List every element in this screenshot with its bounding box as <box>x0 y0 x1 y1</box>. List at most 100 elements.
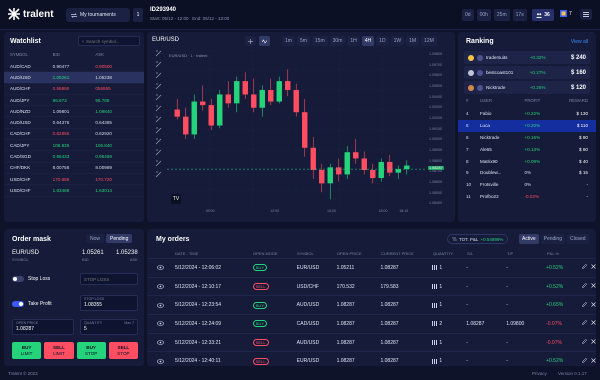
edit-icon[interactable] <box>582 339 588 346</box>
edit-icon[interactable] <box>582 301 588 309</box>
ranking-row[interactable]: 5 Luca +0.20% $ 110 <box>458 119 596 132</box>
my-tournaments-button[interactable]: My tournaments <box>66 8 130 22</box>
menu-button[interactable] <box>580 9 592 20</box>
participants-badge[interactable]: 36 <box>532 9 554 21</box>
podium-row[interactable]: bestcoast101 +0.27% $ 160 <box>464 66 590 79</box>
order-row[interactable]: 5/12/2024 - 12:10:17 SELL USD/CHF 170.532 17… <box>147 276 596 296</box>
watchlist-row[interactable]: AUD/USD 1.05261 1.05238 <box>4 72 144 84</box>
candlestick-chart[interactable] <box>167 50 425 210</box>
ranking-row[interactable]: 10 Frotsville 0% - <box>458 179 596 191</box>
close-icon[interactable] <box>591 283 596 290</box>
stop-loss-toggle[interactable]: Stop Loss <box>12 276 50 282</box>
watchlist-search[interactable] <box>78 36 140 46</box>
mode-now[interactable]: Now <box>86 234 105 243</box>
eye-icon[interactable] <box>147 302 175 308</box>
podium-row[interactable]: tradersuits +0.32% $ 240 <box>464 51 590 64</box>
ranking-row[interactable]: 7 Ale65 +0.13% $ 60 <box>458 143 596 155</box>
eye-icon[interactable] <box>147 265 175 271</box>
eye-icon[interactable] <box>147 284 175 289</box>
buy-limit-button[interactable]: BUY LIMIT <box>12 342 42 359</box>
footer-privacy-link[interactable]: Privacy <box>532 371 547 376</box>
horizontal-line-icon[interactable] <box>155 72 162 79</box>
filter-pending[interactable]: Pending <box>540 234 565 244</box>
trend-line-icon[interactable] <box>155 61 162 68</box>
order-tp[interactable]: - <box>506 284 546 290</box>
watchlist-row[interactable]: AUD/CHF 0.56890 056955 <box>4 84 144 95</box>
watchlist-row[interactable]: USD/CHF 170.685 170.720 <box>4 174 144 186</box>
crosshair-tool[interactable] <box>245 36 256 46</box>
order-tp[interactable]: - <box>506 340 546 346</box>
quantity-value[interactable]: 5 <box>84 326 134 332</box>
tournament-count-badge[interactable]: 1 <box>133 8 143 22</box>
order-row[interactable]: 5/12/2024 - 12:40:11 SELL EUR/USD 1.08287 1.… <box>147 351 596 366</box>
ranking-row[interactable]: 11 Profbo22 -0.03% - <box>458 191 596 203</box>
watchlist-row[interactable]: CHF/DKK 8.00758 8.00989 <box>4 163 144 174</box>
timeframe-12m[interactable]: 12M <box>421 36 437 46</box>
timeframe-1w[interactable]: 1W <box>390 36 405 46</box>
take-profit-value[interactable]: 1.08355 <box>84 302 134 308</box>
watchlist-row[interactable]: AUD/CAD 0.90477 0.90500 <box>4 61 144 73</box>
ruler-icon[interactable] <box>155 127 162 134</box>
edit-icon[interactable] <box>582 357 588 365</box>
timeframe-1m[interactable]: 1M <box>406 36 420 46</box>
notifications-button[interactable]: 7 <box>560 10 572 17</box>
order-sl[interactable]: - <box>466 284 506 290</box>
filter-closed[interactable]: Closed <box>566 234 589 244</box>
buy-stop-button[interactable]: BUY STOP <box>76 342 106 359</box>
close-icon[interactable] <box>591 264 596 271</box>
take-profit-toggle[interactable]: Take Profit <box>12 301 52 307</box>
edit-icon[interactable] <box>582 320 588 327</box>
sell-stop-button[interactable]: SELL STOP <box>108 342 138 359</box>
pattern-icon[interactable] <box>155 116 162 123</box>
timeframe-1m[interactable]: 1m <box>282 36 295 46</box>
close-icon[interactable] <box>591 302 596 309</box>
order-sl[interactable]: - <box>466 302 506 308</box>
timeframe-1d[interactable]: 1D <box>376 36 389 46</box>
edit-icon[interactable] <box>582 264 588 271</box>
watchlist-row[interactable]: AUD/NZD 1.09801 1.09840 <box>4 106 144 118</box>
order-tp[interactable]: - <box>506 302 546 308</box>
watchlist-row[interactable]: AUD/USD 0.64376 0.64385 <box>4 117 144 129</box>
take-profit-switch[interactable] <box>12 301 24 307</box>
order-row[interactable]: 5/12/2024 - 12:33:21 SELL AUD/USD 1.08287 1.… <box>147 332 596 352</box>
eye-icon[interactable] <box>147 321 175 327</box>
text-icon[interactable] <box>155 105 162 112</box>
watchlist-row[interactable]: CAD/JPY 106.835 106.840 <box>4 140 144 152</box>
trash-icon[interactable] <box>155 171 162 178</box>
eye-icon[interactable] <box>147 358 175 364</box>
stop-loss-input[interactable] <box>84 276 134 282</box>
quantity-field[interactable]: QUANTITY Max 7 5 <box>80 319 138 335</box>
close-icon[interactable] <box>591 339 596 346</box>
order-row[interactable]: 5/12/2024 - 12:24:09 BUY CAD/USD 1.08287 1.0… <box>147 314 596 333</box>
order-sl[interactable]: - <box>466 340 506 346</box>
lock-icon[interactable] <box>155 149 162 156</box>
order-row[interactable]: 5/12/2024 - 12:23:54 BUY AUD/USD 1.08287 1.0… <box>147 295 596 314</box>
order-sl[interactable]: - <box>466 265 506 271</box>
timeframe-15m[interactable]: 15m <box>311 36 328 46</box>
order-tp[interactable]: 1.09800 <box>506 321 546 327</box>
eye-icon[interactable] <box>155 160 162 167</box>
chart-symbol-tab[interactable]: EUR/USD <box>152 37 179 43</box>
order-sl[interactable]: 1.08287 <box>466 321 506 327</box>
edit-icon[interactable] <box>582 282 588 290</box>
ranking-row[interactable]: 4 Fabio +0.22% $ 130 <box>458 108 596 120</box>
order-tp[interactable]: - <box>506 265 546 271</box>
order-row[interactable]: 5/12/2024 - 12:06:02 BUY EUR/USD 1.05211 1.0… <box>147 258 596 277</box>
close-icon[interactable] <box>591 320 596 327</box>
drawing-tool[interactable] <box>259 36 270 46</box>
brush-icon[interactable] <box>155 94 162 101</box>
open-price-field[interactable]: OPEN PRICE 1.08287 <box>12 319 74 335</box>
watchlist-row[interactable]: USD/CHF 1.63488 1.63014 <box>4 185 144 197</box>
timeframe-1h[interactable]: 1H <box>347 36 360 46</box>
ranking-row[interactable]: 8 Matrix90 +0.09% $ 40 <box>458 155 596 167</box>
logo[interactable]: tralent <box>8 8 54 20</box>
fib-icon[interactable] <box>155 83 162 90</box>
view-all-link[interactable]: View all <box>571 39 588 45</box>
take-profit-field[interactable]: STOP LOSS 1.08355 <box>80 295 138 311</box>
podium-row[interactable]: Nicktrade +0.26% $ 120 <box>464 81 590 94</box>
ranking-row[interactable]: 6 Nicktrade +0.16% $ 80 <box>458 132 596 144</box>
open-price-value[interactable]: 1.08287 <box>16 326 70 332</box>
sell-limit-button[interactable]: SELL LIMIT <box>44 342 74 359</box>
order-sl[interactable]: - <box>466 358 506 364</box>
watchlist-search-input[interactable] <box>86 38 136 44</box>
